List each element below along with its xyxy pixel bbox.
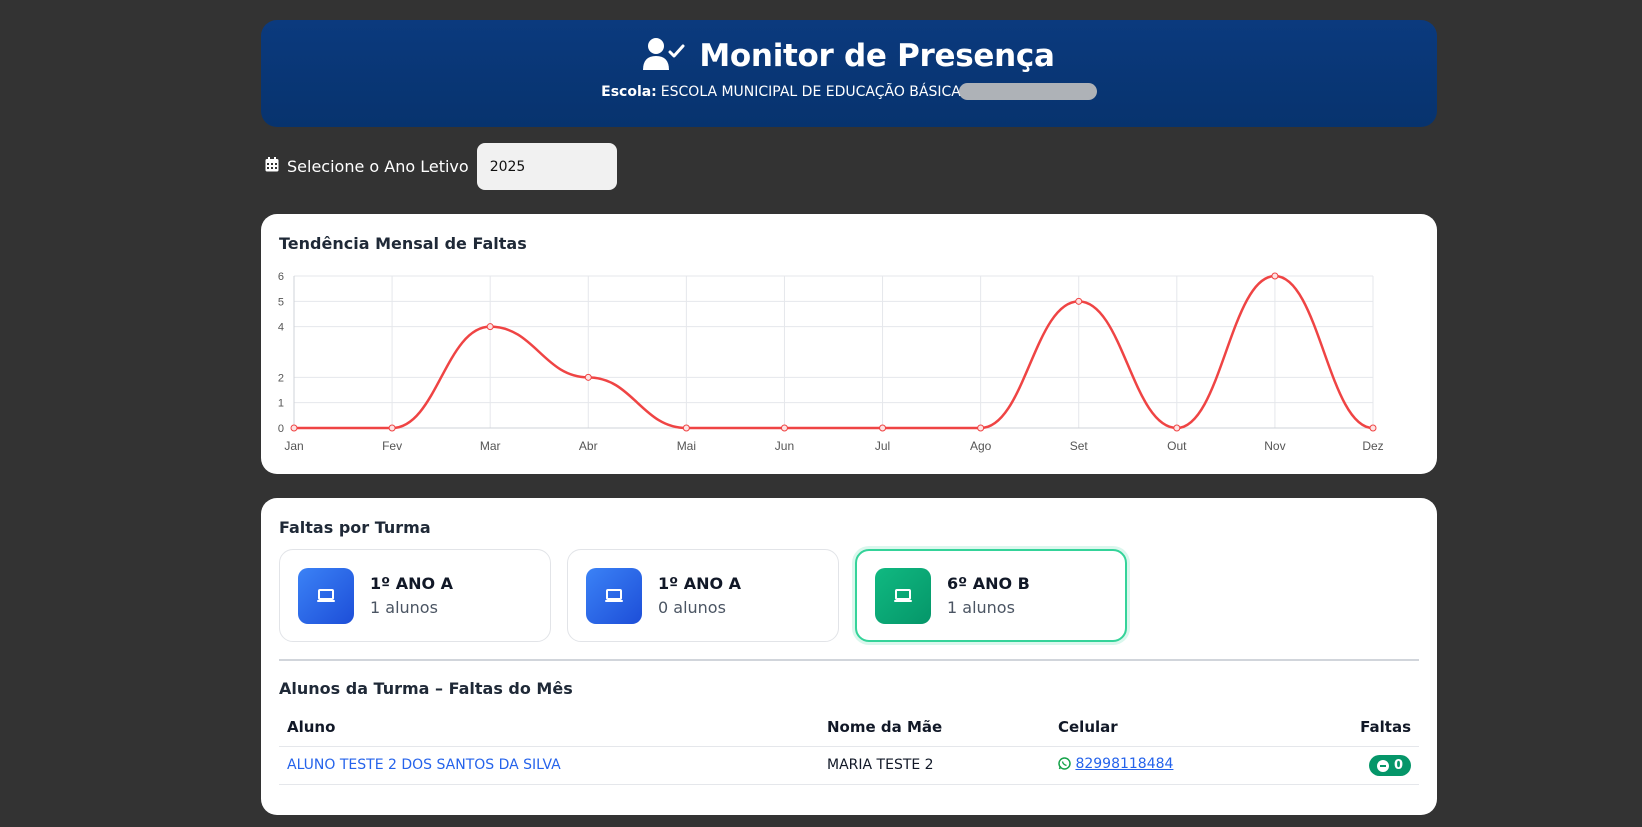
col-faltas: Faltas [1300, 708, 1419, 747]
minus-circle-icon [1376, 759, 1389, 772]
col-aluno: Aluno [279, 708, 819, 747]
turma-name: 1º ANO A [658, 574, 742, 593]
x-tick-label: Jun [775, 439, 794, 453]
x-tick-label: Out [1167, 439, 1187, 453]
year-select[interactable]: 2025 [476, 143, 617, 190]
divider [279, 659, 1419, 661]
y-tick-label: 1 [278, 398, 284, 410]
students-title: Alunos da Turma – Faltas do Mês [279, 679, 573, 698]
x-tick-label: Jul [875, 439, 890, 453]
laptop-icon [875, 567, 931, 624]
mother-name: MARIA TESTE 2 [819, 746, 1050, 785]
trend-chart: 0 1 2 4 5 6 Jan Fev Mar Abr Mai Jun Jul Ago Set Out Nov D… [278, 271, 1384, 453]
turma-count: 0 alunos [658, 598, 726, 617]
data-point [1271, 272, 1279, 280]
data-point [1173, 424, 1181, 432]
turma-count: 1 alunos [370, 598, 438, 617]
col-celular: Celular [1050, 708, 1300, 747]
data-point [879, 424, 887, 432]
turmas-title: Faltas por Turma [279, 518, 431, 537]
trend-card: Tendência Mensal de Faltas 0 1 2 4 5 6 Jan Fev M… [261, 214, 1437, 474]
x-tick-label: Ago [970, 439, 992, 453]
data-point [977, 424, 985, 432]
whatsapp-icon [1058, 757, 1071, 774]
x-tick-label: Mai [677, 439, 696, 453]
x-tick-label: Fev [382, 439, 402, 453]
data-point [780, 424, 788, 432]
col-mae: Nome da Mãe [819, 708, 1050, 747]
turma-list: 1º ANO A 1 alunos 1º ANO A 0 alunos 6º A… [279, 549, 1127, 642]
y-tick-label: 6 [278, 271, 284, 283]
user-check-icon [643, 37, 685, 75]
laptop-icon [298, 567, 354, 624]
turma-name: 6º ANO B [947, 574, 1030, 593]
turma-card[interactable]: 1º ANO A 0 alunos [567, 549, 839, 642]
phone-link[interactable]: 82998118484 [1075, 756, 1173, 772]
table-header-row: Aluno Nome da Mãe Celular Faltas [279, 708, 1419, 747]
absences-badge: 0 [1368, 755, 1411, 776]
year-selector: Selecione o Ano Letivo 2025 [265, 143, 617, 190]
x-tick-label: Nov [1264, 439, 1285, 453]
school-name: ESCOLA MUNICIPAL DE EDUCAÇÃO BÁSICA [660, 83, 961, 100]
data-point [682, 424, 690, 432]
year-label: Selecione o Ano Letivo [287, 157, 469, 176]
student-link[interactable]: ALUNO TESTE 2 DOS SANTOS DA SILVA [287, 757, 561, 773]
series-line [294, 274, 1374, 430]
x-tick-label: Abr [579, 439, 598, 453]
school-info: Escola: ESCOLA MUNICIPAL DE EDUCAÇÃO BÁS… [261, 83, 1437, 100]
turma-count: 1 alunos [947, 598, 1015, 617]
page-title: Monitor de Presença [699, 38, 1055, 74]
school-label: Escola: [601, 83, 657, 100]
absences-count: 0 [1393, 758, 1403, 773]
x-tick-label: Mar [480, 439, 501, 453]
students-table: Aluno Nome da Mãe Celular Faltas ALUNO T… [279, 708, 1419, 785]
table-row: ALUNO TESTE 2 DOS SANTOS DA SILVA MARIA … [279, 746, 1419, 785]
turma-card-selected[interactable]: 6º ANO B 1 alunos [855, 549, 1127, 642]
y-tick-label: 4 [278, 322, 284, 334]
app-header: Monitor de Presença Escola: ESCOLA MUNIC… [261, 20, 1437, 127]
y-tick-label: 2 [278, 372, 284, 384]
laptop-icon [586, 567, 642, 624]
y-tick-label: 5 [278, 296, 284, 308]
data-point [1369, 424, 1377, 432]
data-point [584, 373, 592, 381]
data-point [388, 424, 396, 432]
turma-card[interactable]: 1º ANO A 1 alunos [279, 549, 551, 642]
data-point [1075, 297, 1083, 305]
data-point [486, 323, 494, 331]
x-tick-label: Set [1070, 439, 1089, 453]
y-tick-label: 0 [278, 423, 284, 435]
turma-name: 1º ANO A [370, 574, 454, 593]
data-point [290, 424, 298, 432]
redacted-text [958, 83, 1097, 100]
turmas-card: Faltas por Turma 1º ANO A 1 alunos 1º AN… [261, 498, 1437, 815]
x-tick-label: Dez [1362, 439, 1383, 453]
x-tick-label: Jan [284, 439, 303, 453]
calendar-icon [265, 157, 279, 176]
